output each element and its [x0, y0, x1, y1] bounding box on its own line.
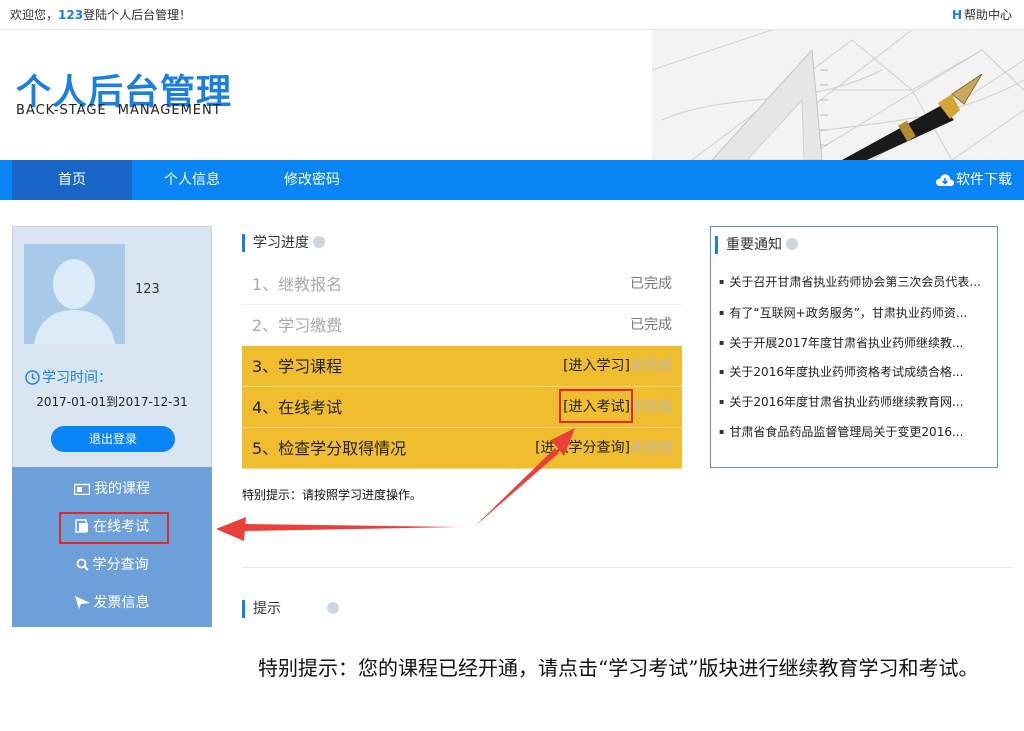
hint-text: 特别提示：您的课程已经开通，请点击“学习考试”版块进行继续教育学习和考试。 — [258, 656, 979, 680]
nav-personal-info[interactable]: 个人信息 — [132, 160, 252, 200]
welcome-username: 123 — [58, 8, 84, 22]
progress-tip: 特别提示：请按照学习进度操作。 — [242, 488, 423, 502]
notice-item[interactable]: 关于召开甘肃省执业药师协会第三次会员代表... — [719, 273, 989, 290]
help-center-link[interactable]: H 帮助中心 — [952, 0, 1012, 30]
notice-item[interactable]: 关于开展2017年度甘肃省执业药师继续教... — [719, 334, 989, 351]
progress-step: 1、继教报名 已完成 — [242, 264, 682, 305]
study-time-label: 学习时间： — [25, 367, 112, 387]
header-pen-image — [652, 30, 1024, 160]
enter-credit-query-link[interactable]: [进入学分查询] — [535, 428, 630, 469]
step-status: 已完成 — [630, 317, 672, 333]
sidebar: 123 学习时间： 2017-01-01到2017-12-31 退出登录 我的课… — [12, 226, 212, 627]
software-download-link[interactable]: 软件下载 — [936, 160, 1012, 200]
site-subtitle: BACK-STAGE MANAGEMENT — [16, 103, 222, 118]
help-circle-icon — [313, 236, 325, 248]
sidebar-item-my-courses[interactable]: 我的课程 — [12, 470, 212, 508]
divider — [242, 567, 1012, 568]
progress-steps: 1、继教报名 已完成 2、学习缴费 已完成 3、学习课程 [进入学习] 未完成 … — [242, 264, 682, 469]
send-icon — [74, 596, 90, 609]
sidebar-item-credit-query[interactable]: 学分查询 — [12, 546, 212, 584]
notice-item[interactable]: 关于2016年度甘肃省执业药师继续教育网... — [719, 393, 989, 410]
help-icon: H — [951, 8, 962, 22]
hint-title: 提示 — [242, 600, 339, 618]
search-icon — [76, 558, 89, 571]
cloud-download-icon — [936, 174, 954, 186]
enter-study-link[interactable]: [进入学习] — [563, 346, 630, 387]
clock-icon — [25, 370, 40, 385]
arrow-to-sidebar-exam — [244, 524, 460, 531]
notices-panel: 重要通知 关于召开甘肃省执业药师协会第三次会员代表... 有了“互联网+政务服务… — [710, 226, 998, 468]
step-status: 未完成 — [630, 440, 672, 456]
welcome-text: 欢迎您，123登陆个人后台管理！ — [10, 8, 192, 22]
step-status: 未完成 — [630, 399, 672, 415]
nav-change-password[interactable]: 修改密码 — [252, 160, 372, 200]
sidebar-username: 123 — [135, 282, 160, 297]
arrow-head-left — [216, 517, 246, 541]
progress-title: 学习进度 — [242, 234, 325, 252]
step-status: 未完成 — [630, 358, 672, 374]
annotation-highlight-box — [59, 512, 169, 544]
check-circle-icon — [327, 602, 339, 614]
video-icon — [73, 483, 91, 496]
progress-step: 5、检查学分取得情况 [进入学分查询] 未完成 — [242, 428, 682, 469]
sidebar-item-invoice-info[interactable]: 发票信息 — [12, 584, 212, 622]
header: 个人后台管理 BACK-STAGE MANAGEMENT — [0, 30, 1024, 160]
top-bar: 欢迎您，123登陆个人后台管理！ H 帮助中心 — [0, 0, 1024, 30]
progress-step: 3、学习课程 [进入学习] 未完成 — [242, 346, 682, 387]
annotation-highlight-box — [559, 389, 633, 423]
nav-home[interactable]: 首页 — [12, 160, 132, 200]
avatar — [24, 244, 125, 344]
sidebar-menu: 我的课程 在线考试 学分查询 发票信息 — [12, 467, 212, 627]
main-nav: 首页 个人信息 修改密码 软件下载 — [0, 160, 1024, 200]
study-date-range: 2017-01-01到2017-12-31 — [36, 395, 188, 409]
notice-item[interactable]: 甘肃省食品药品监督管理局关于变更2016... — [719, 423, 989, 440]
progress-step: 2、学习缴费 已完成 — [242, 305, 682, 346]
info-icon — [786, 238, 798, 250]
step-status: 已完成 — [630, 276, 672, 292]
notice-item[interactable]: 关于2016年度执业药师资格考试成绩合格... — [719, 363, 989, 380]
notices-title: 重要通知 — [715, 236, 798, 254]
logout-button[interactable]: 退出登录 — [51, 426, 175, 452]
notice-item[interactable]: 有了“互联网+政务服务”，甘肃执业药师资... — [719, 304, 989, 321]
